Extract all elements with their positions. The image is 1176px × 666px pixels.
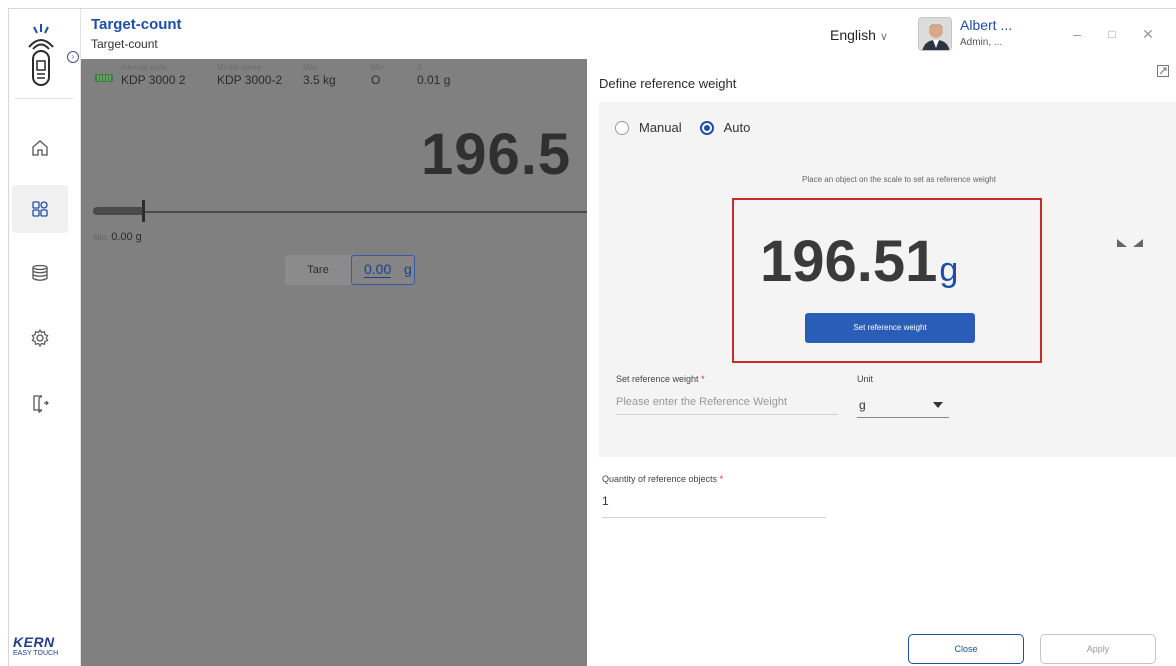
sidebar-divider (15, 98, 73, 99)
capacity-bar-track (93, 211, 587, 213)
tare-button[interactable]: Tare (285, 255, 351, 285)
manual-radio-label[interactable]: Manual (639, 120, 682, 135)
database-icon (32, 264, 48, 281)
capacity-bar-marker (142, 200, 145, 222)
dialog-title: Define reference weight (599, 76, 737, 91)
scale-info-strip: Internal code KDP 3000 2 Model name KDP … (81, 59, 587, 97)
min-capacity: Min O (371, 63, 384, 87)
scale-status-icon (95, 74, 113, 82)
collapse-arrows-icon[interactable] (1116, 236, 1144, 248)
caret-down-icon (933, 402, 943, 408)
tare-value: 0.00 (364, 261, 392, 278)
avatar[interactable] (918, 17, 952, 51)
max-capacity: Max 3.5 kg (303, 63, 336, 87)
ref-weight-field-label: Set reference weight * (616, 374, 705, 384)
close-window-button[interactable]: ✕ (1137, 23, 1159, 45)
internal-code: Internal code KDP 3000 2 (121, 63, 186, 87)
unit-select[interactable]: g (857, 398, 949, 418)
brand-tagline: EASY TOUCH (13, 650, 59, 657)
sidebar-item-apps[interactable] (12, 185, 68, 233)
manual-radio[interactable] (615, 120, 629, 135)
weighing-view-overlay: Internal code KDP 3000 2 Model name KDP … (81, 59, 587, 666)
min-weight-readout: Min: 0.00 g (93, 231, 142, 243)
user-name[interactable]: Albert ... (960, 17, 1012, 33)
chevron-down-icon: ∨ (879, 31, 888, 43)
ref-weight-input[interactable]: Please enter the Reference Weight (616, 396, 838, 415)
reference-weight-highlight: 196.51g Set reference weight (732, 198, 1042, 363)
reference-weight-unit: g (939, 251, 959, 289)
expand-icon[interactable] (1157, 65, 1169, 77)
sidebar-item-logout[interactable] (12, 379, 68, 427)
tare-control: Tare 0.00 g (285, 255, 415, 285)
model-name: Model name KDP 3000-2 (217, 63, 283, 87)
brand-name: KERN (13, 634, 55, 650)
app-header: Target-count Target-count English ∨ Alber… (81, 9, 1176, 59)
readability: d 0.01 g (417, 63, 451, 87)
brand-logo: KERN EASY TOUCH (13, 634, 73, 657)
close-button[interactable]: Close (908, 634, 1024, 664)
home-icon (32, 140, 48, 156)
sidebar-item-settings[interactable] (12, 314, 68, 362)
language-label: English (830, 27, 876, 43)
reference-panel: Manual Auto Place an object on the scale… (599, 102, 1176, 457)
unit-field-label: Unit (857, 374, 874, 384)
set-reference-weight-button[interactable]: Set reference weight (805, 313, 975, 343)
maximize-button[interactable]: □ (1101, 23, 1123, 45)
reference-weight-dialog: Define reference weight Manual Auto Plac… (587, 59, 1176, 666)
placement-hint: Place an object on the scale to set as r… (802, 175, 996, 184)
reference-weight-display: 196.51g (760, 228, 958, 295)
apps-icon (32, 201, 48, 217)
sidebar: › KERN EASY TOUCH (9, 9, 81, 666)
tare-input[interactable]: 0.00 g (351, 255, 415, 285)
gear-icon (31, 328, 49, 348)
mode-radio-group: Manual Auto (615, 120, 768, 135)
sidebar-collapse-button[interactable]: › (67, 51, 79, 63)
user-avatar-icon (919, 18, 951, 50)
qty-input[interactable]: 1 (602, 494, 826, 518)
page-subtitle: Target-count (91, 37, 158, 51)
tare-unit: g (404, 261, 412, 277)
auto-radio[interactable] (699, 120, 714, 135)
qty-field-label: Quantity of reference objects * (602, 474, 724, 484)
unit-value: g (859, 398, 866, 412)
capacity-bar-fill (93, 207, 145, 215)
apply-button[interactable]: Apply (1040, 634, 1156, 664)
user-role: Admin, ... (960, 37, 1003, 48)
language-selector[interactable]: English ∨ (830, 27, 888, 43)
sidebar-item-home[interactable] (12, 124, 68, 172)
weight-display: 196.5 (421, 122, 572, 187)
logout-icon (33, 395, 49, 413)
reference-weight-value: 196.51 (760, 229, 938, 294)
app-window: › KERN EASY TOUCH Target-count Target-co… (8, 8, 1176, 666)
kern-logo-icon (28, 24, 54, 86)
minimize-button[interactable]: – (1066, 23, 1088, 45)
auto-radio-label[interactable]: Auto (724, 120, 751, 135)
page-title: Target-count (91, 16, 182, 33)
sidebar-item-database[interactable] (12, 249, 68, 297)
